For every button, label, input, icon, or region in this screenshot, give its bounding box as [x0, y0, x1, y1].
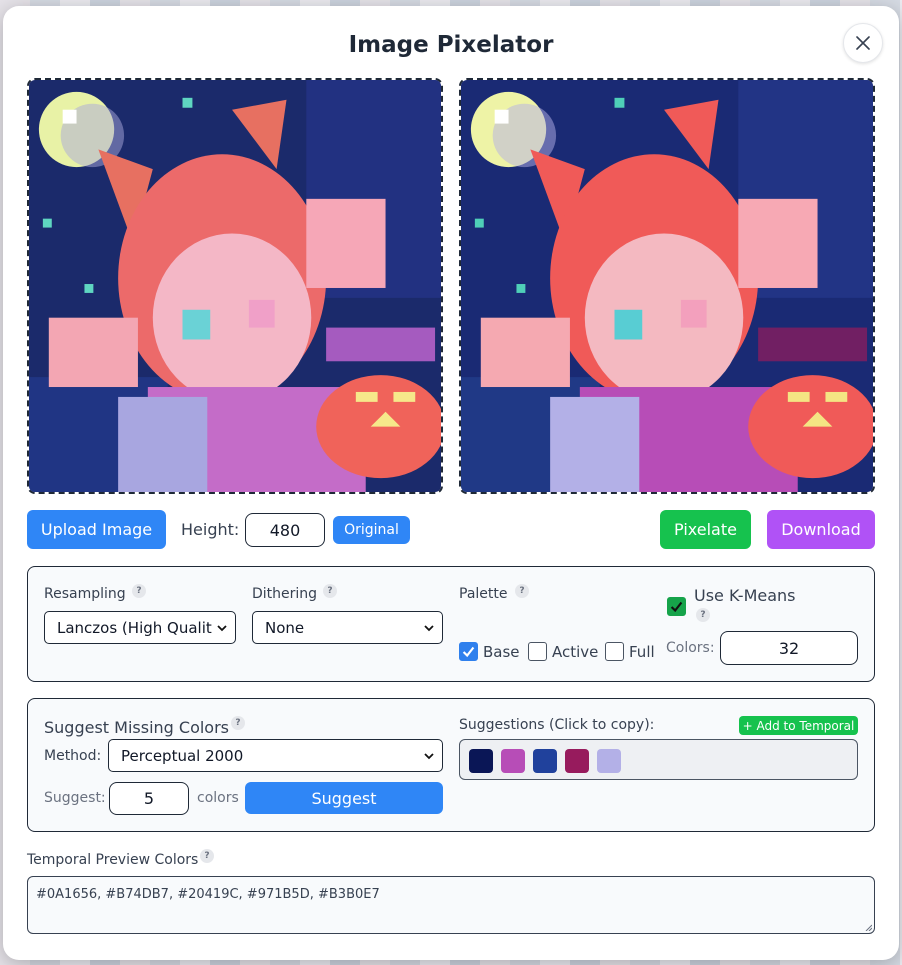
suggest-title: Suggest Missing Colors	[44, 718, 230, 737]
method-label: Method:	[44, 748, 102, 764]
palette-full-checkbox[interactable]	[605, 642, 624, 661]
checkmark-icon	[670, 601, 683, 613]
dithering-select[interactable]: None	[252, 611, 443, 644]
dithering-selected-value: None	[265, 618, 305, 637]
colors-input[interactable]: 32	[720, 631, 858, 665]
height-label: Height:	[181, 520, 240, 539]
colors-unit-label: colors	[197, 790, 239, 806]
resampling-label: Resampling	[44, 586, 126, 602]
close-icon	[856, 36, 870, 50]
kmeans-checkbox[interactable]	[667, 597, 686, 616]
suggestions-swatch-list	[459, 739, 858, 780]
color-swatch[interactable]	[501, 749, 525, 773]
suggest-count-input[interactable]: 5	[109, 782, 189, 815]
palette-active-label: Active	[552, 643, 599, 661]
help-icon[interactable]: ?	[515, 584, 529, 598]
method-selected-value: Perceptual 2000	[121, 746, 244, 765]
suggest-count-label: Suggest:	[44, 790, 106, 806]
original-size-button[interactable]: Original	[333, 516, 410, 544]
palette-base-label: Base	[483, 643, 520, 661]
resampling-selected-value: Lanczos (High Qualit	[57, 618, 212, 637]
dialog-title: Image Pixelator	[348, 32, 554, 58]
temporal-colors-value: #0A1656, #B74DB7, #20419C, #971B5D, #B3B…	[36, 887, 380, 902]
chevron-down-icon	[217, 624, 227, 631]
resize-grip-icon[interactable]	[864, 923, 872, 931]
help-icon[interactable]: ?	[323, 584, 337, 598]
palette-full-label: Full	[629, 643, 655, 661]
height-input[interactable]: 480	[245, 513, 325, 547]
resampling-select[interactable]: Lanczos (High Qualit	[44, 611, 236, 644]
palette-active-checkbox[interactable]	[528, 642, 547, 661]
colors-label: Colors:	[666, 640, 715, 656]
original-image-preview[interactable]	[27, 78, 443, 494]
help-icon[interactable]: ?	[231, 716, 245, 730]
pixelated-image-preview[interactable]	[459, 78, 875, 494]
color-swatch[interactable]	[533, 749, 557, 773]
color-swatch[interactable]	[565, 749, 589, 773]
upload-image-button[interactable]: Upload Image	[27, 510, 166, 549]
color-swatch[interactable]	[469, 749, 493, 773]
close-button[interactable]	[843, 23, 883, 63]
pixelate-button[interactable]: Pixelate	[660, 510, 751, 549]
temporal-label: Temporal Preview Colors	[27, 852, 199, 868]
chevron-down-icon	[424, 624, 434, 631]
original-image	[29, 80, 441, 492]
help-icon[interactable]: ?	[200, 849, 214, 863]
add-to-temporal-button[interactable]: + Add to Temporal	[739, 716, 858, 735]
help-icon[interactable]: ?	[132, 584, 146, 598]
help-icon[interactable]: ?	[696, 608, 710, 622]
checkmark-icon	[462, 646, 475, 658]
color-swatch[interactable]	[597, 749, 621, 773]
palette-base-checkbox[interactable]	[459, 642, 478, 661]
pixelated-image	[461, 80, 873, 492]
kmeans-label: Use K-Means	[694, 586, 796, 605]
download-button[interactable]: Download	[767, 510, 875, 549]
temporal-colors-textarea[interactable]: #0A1656, #B74DB7, #20419C, #971B5D, #B3B…	[27, 876, 875, 934]
pixelator-dialog: Image Pixelator Upload Image Height: 480…	[3, 6, 899, 960]
suggestions-label: Suggestions (Click to copy):	[459, 717, 655, 733]
dithering-label: Dithering	[252, 586, 318, 602]
chevron-down-icon	[424, 752, 434, 759]
suggest-button[interactable]: Suggest	[245, 782, 443, 814]
palette-label: Palette	[459, 586, 508, 602]
method-select[interactable]: Perceptual 2000	[108, 739, 443, 772]
